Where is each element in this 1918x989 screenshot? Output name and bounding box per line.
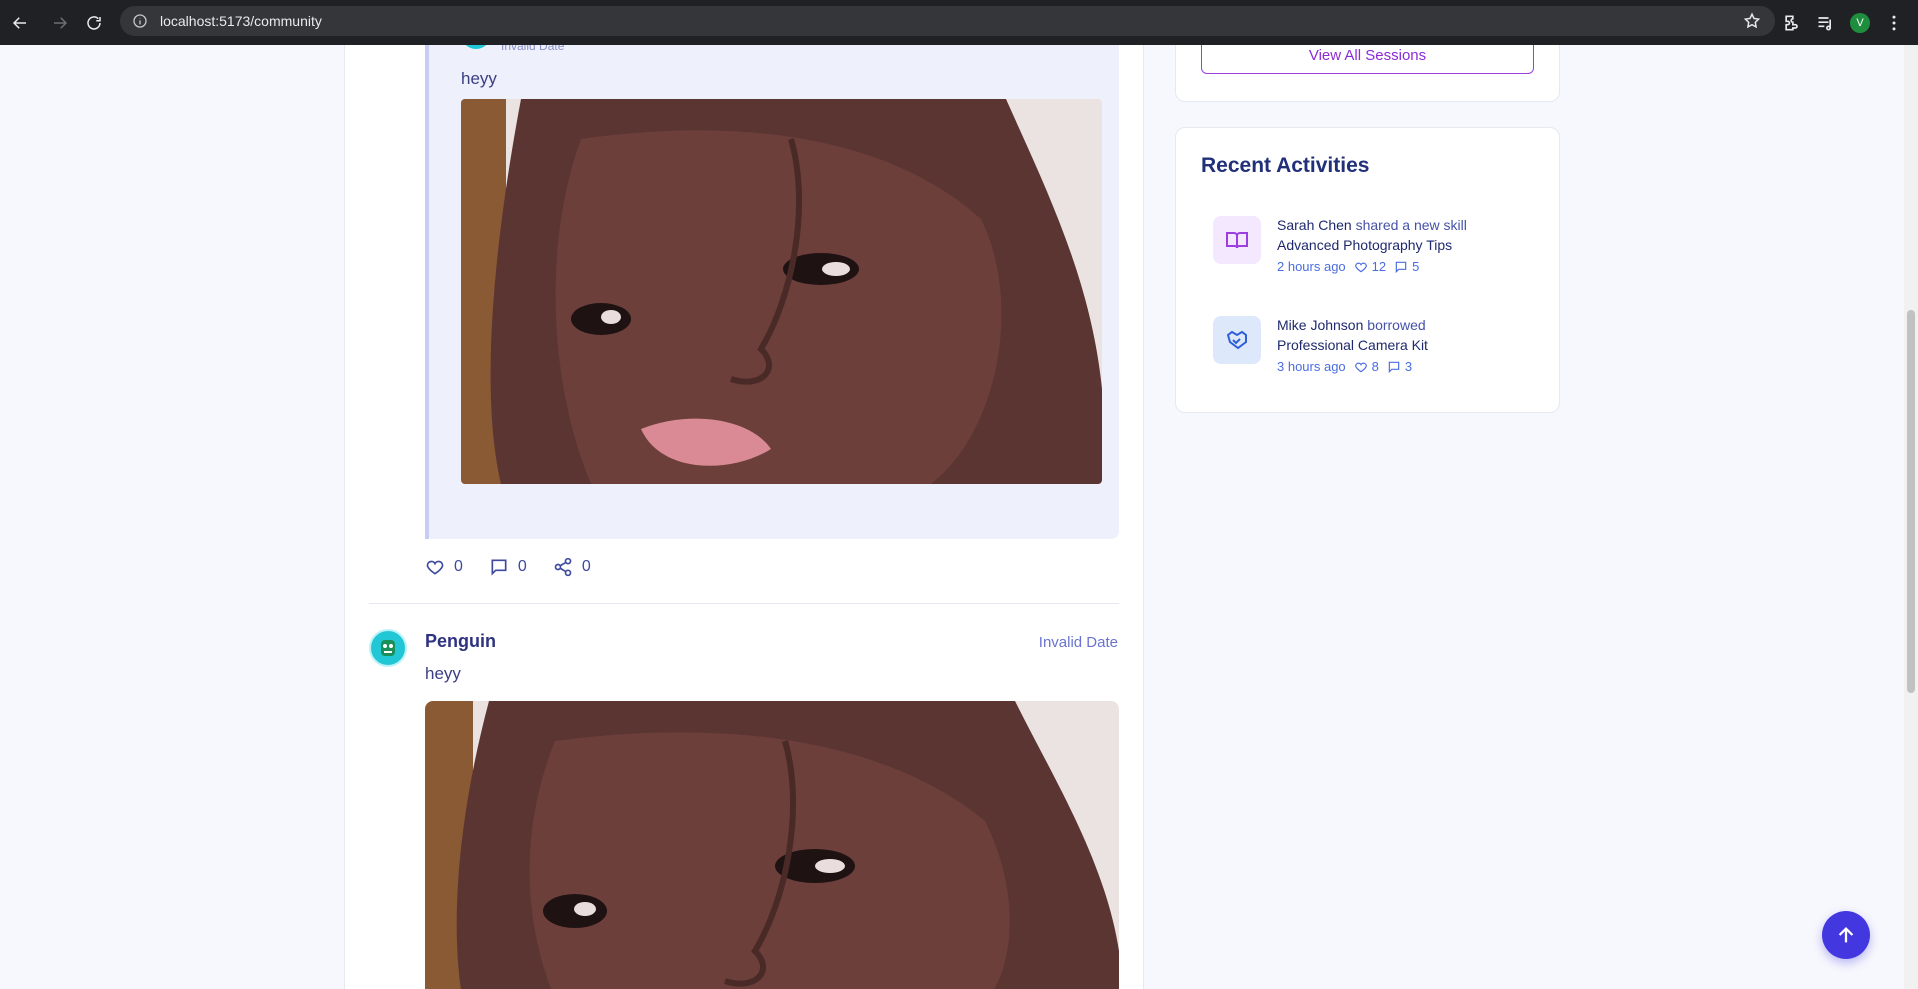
activity-time: 3 hours ago (1277, 359, 1346, 374)
share-button[interactable]: 0 (553, 557, 591, 577)
activity-comment-count: 5 (1412, 259, 1420, 274)
url-text: localhost:5173/community (160, 13, 322, 29)
community-page: Invalid Date heyy 0 0 0 Penguin Invalid … (0, 45, 1918, 989)
activity-like-count: 12 (1371, 259, 1387, 274)
share-count: 0 (581, 558, 591, 575)
activity-verb: borrowed (1367, 317, 1426, 333)
recent-activities-title: Recent Activities (1201, 154, 1370, 177)
bookmark-star-icon[interactable] (1743, 12, 1761, 30)
quoted-post-image[interactable] (461, 99, 1102, 484)
activity-like-count: 8 (1371, 359, 1379, 374)
activity-likes[interactable]: 8 (1354, 357, 1379, 377)
heart-icon (1354, 262, 1367, 273)
activity-subject[interactable]: Professional Camera Kit (1277, 335, 1428, 355)
feed-column: Invalid Date heyy 0 0 0 Penguin Invalid … (344, 45, 1144, 989)
post-date: Invalid Date (1038, 634, 1118, 651)
share-icon (554, 557, 572, 577)
view-all-sessions-button[interactable]: View All Sessions (1201, 45, 1534, 74)
page-scrollbar[interactable] (1904, 45, 1918, 989)
extensions-icon[interactable] (1782, 13, 1802, 33)
activity-time: 2 hours ago (1277, 259, 1346, 274)
heart-icon (426, 560, 444, 575)
forward-icon[interactable] (46, 9, 74, 37)
more-menu-icon[interactable] (1884, 13, 1904, 33)
avatar[interactable] (369, 629, 407, 667)
heart-icon (1354, 362, 1367, 373)
penguin-avatar-icon (381, 640, 395, 656)
scroll-to-top-button[interactable] (1822, 911, 1870, 959)
site-info-icon[interactable] (132, 13, 148, 29)
reload-icon[interactable] (80, 9, 108, 37)
back-icon[interactable] (6, 9, 34, 37)
activity-comments[interactable]: 3 (1387, 357, 1412, 377)
activity-comment-count: 3 (1404, 359, 1413, 374)
media-controls-icon[interactable] (1816, 13, 1836, 33)
comment-button[interactable]: 0 (489, 557, 527, 577)
book-open-icon (1213, 216, 1261, 264)
post-author[interactable]: Penguin (425, 631, 496, 652)
activity-user[interactable]: Mike Johnson (1277, 317, 1363, 333)
comment-count: 0 (517, 558, 527, 575)
browser-toolbar: localhost:5173/community V (0, 0, 1918, 45)
post-divider (369, 603, 1119, 604)
quoted-post-date: Invalid Date (501, 45, 565, 53)
handshake-icon (1213, 316, 1261, 364)
comment-icon (1395, 261, 1407, 274)
arrow-up-icon (1838, 926, 1854, 943)
post-text: heyy (425, 664, 461, 683)
post-actions: 0 0 0 (425, 557, 591, 577)
sessions-card: View All Sessions (1175, 45, 1560, 102)
comment-icon (491, 559, 507, 576)
comment-icon (1388, 361, 1400, 374)
scrollbar-thumb[interactable] (1907, 310, 1915, 693)
address-bar[interactable]: localhost:5173/community (120, 6, 1775, 36)
quoted-post-text: heyy (461, 69, 497, 88)
quote-accent-bar (425, 45, 429, 539)
like-button[interactable]: 0 (425, 557, 463, 577)
activity-subject[interactable]: Advanced Photography Tips (1277, 235, 1467, 255)
activity-user[interactable]: Sarah Chen (1277, 217, 1352, 233)
profile-avatar[interactable]: V (1850, 12, 1870, 33)
activity-likes[interactable]: 12 (1354, 257, 1386, 277)
recent-activities-card: Recent Activities Sarah Chen shared a ne… (1175, 127, 1560, 413)
like-count: 0 (454, 558, 463, 575)
activity-verb: shared a new skill (1355, 217, 1467, 233)
post-image[interactable] (425, 701, 1119, 989)
activity-comments[interactable]: 5 (1394, 257, 1419, 277)
